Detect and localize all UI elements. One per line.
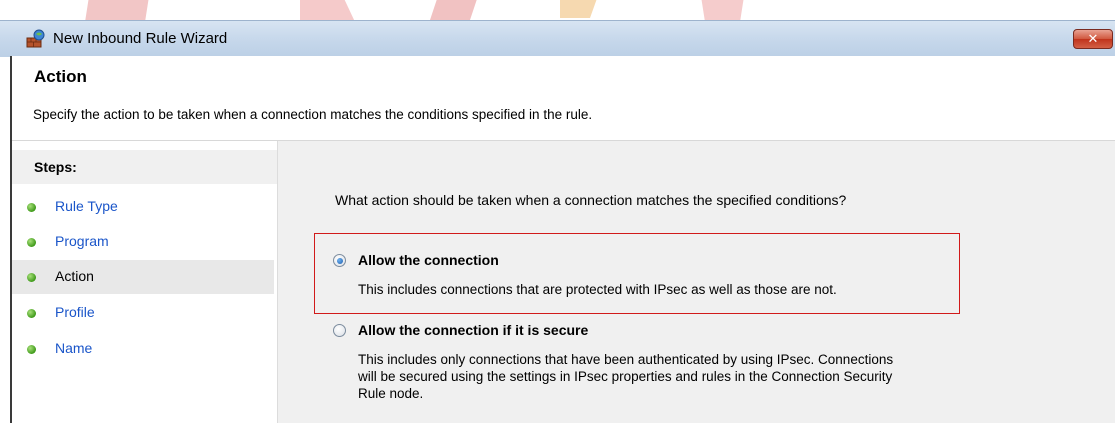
step-label: Program [55,233,109,249]
steps-title: Steps: [34,159,77,175]
step-name[interactable]: Name [12,332,274,366]
allow-connection-label[interactable]: Allow the connection [358,252,499,268]
description-line: This includes only connections that have… [358,352,894,367]
action-question: What action should be taken when a conne… [335,192,847,208]
description-line: will be secured using the settings in IP… [358,369,893,384]
close-icon: ✕ [1087,31,1099,46]
allow-secure-radio[interactable] [333,324,346,337]
close-button[interactable]: ✕ [1073,29,1113,49]
step-status-icon [27,309,36,318]
wizard-header: Action Specify the action to be taken wh… [12,56,1115,141]
step-status-icon [27,345,36,354]
step-rule-type[interactable]: Rule Type [12,190,274,224]
steps-header: Steps: [12,150,277,184]
description-line: Rule node. [358,386,424,401]
allow-connection-radio[interactable] [333,254,346,267]
window-title: New Inbound Rule Wizard [53,30,228,47]
allow-connection-description: This includes connections that are prote… [358,282,837,297]
step-label: Action [55,268,94,284]
step-action[interactable]: Action [12,260,274,294]
step-program[interactable]: Program [12,225,274,259]
allow-secure-label[interactable]: Allow the connection if it is secure [358,322,588,338]
step-label: Rule Type [55,198,118,214]
step-status-icon [27,203,36,212]
highlight-box [314,233,960,314]
step-label: Name [55,340,93,356]
allow-secure-description: This includes only connections that have… [358,351,893,402]
step-label: Profile [55,304,95,320]
page-description: Specify the action to be taken when a co… [33,107,593,122]
page-title: Action [34,67,87,86]
step-profile[interactable]: Profile [12,296,274,330]
title-bar: New Inbound Rule Wizard ✕ [0,20,1115,57]
wizard-window: New Inbound Rule Wizard ✕ Action Specify… [0,0,1115,423]
step-status-icon [27,273,36,282]
step-status-icon [27,238,36,247]
firewall-icon [25,29,45,49]
